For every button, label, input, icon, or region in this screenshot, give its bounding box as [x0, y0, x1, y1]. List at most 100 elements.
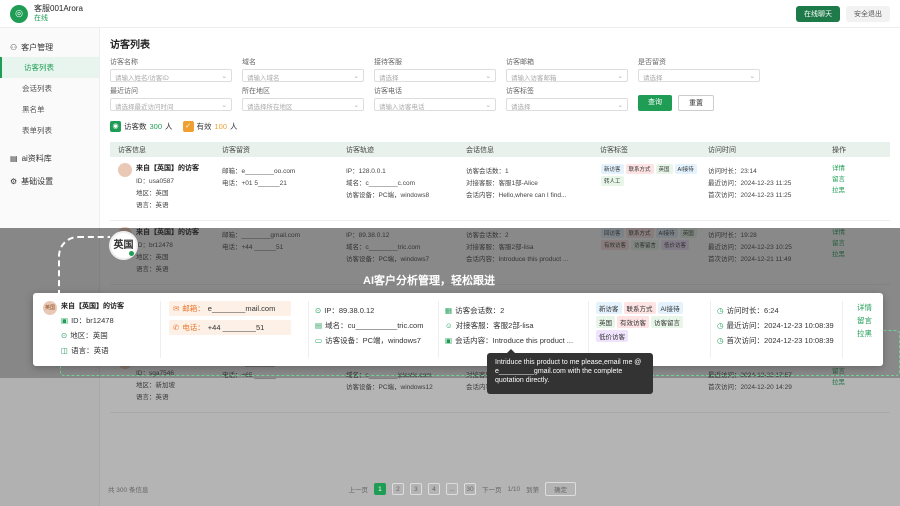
filter-input[interactable]: 请选择 ⌄ — [374, 69, 496, 82]
visitor-tag: 英国 — [655, 164, 673, 174]
chat-count-icon: ▦ — [445, 306, 453, 315]
filter-label: 域名 — [242, 59, 256, 66]
filter-label: 访客标签 — [506, 88, 534, 95]
filter-label: 所在地区 — [242, 88, 270, 95]
table-header-cell: 访客留资 — [222, 146, 250, 154]
chevron-down-icon: ⌄ — [617, 102, 623, 109]
table-header-cell: 会话信息 — [466, 146, 494, 154]
chevron-down-icon: ⌄ — [485, 102, 491, 109]
chevron-down-icon: ⌄ — [485, 73, 491, 80]
table-header-cell: 操作 — [832, 146, 846, 154]
filter-panel: 访客名称 请输入姓名/访客ID ⌄ 域名 请输入域名 ⌄ 接待客服 请选择 ⌄ 访客邮箱 请… — [110, 57, 890, 111]
sidebar-item-sessions[interactable]: 会话列表 — [0, 78, 99, 99]
table-header-cell: 访客标签 — [600, 146, 628, 154]
visitor-tag: 访客留言 — [651, 316, 683, 328]
country-bubble: 英国 — [109, 231, 138, 260]
message-link[interactable]: 留言 — [857, 314, 887, 327]
filter-input[interactable]: 请选择 ⌄ — [638, 69, 760, 82]
session-content-link[interactable]: 会话内容：Introduce this product ... — [455, 335, 573, 346]
table-row: 来自【英国】的访客 ID：usa0587 地区：英国 语言：英语 邮箱：e___… — [110, 157, 890, 221]
next-page-button[interactable]: 下一页 — [482, 484, 502, 494]
filter-input[interactable]: 请输入访客邮箱 ⌄ — [506, 69, 628, 82]
sidebar-item-forms[interactable]: 表单列表 — [0, 120, 99, 141]
page-title: 访客列表 — [110, 40, 150, 51]
message-icon: ▣ — [445, 336, 453, 345]
logout-button[interactable]: 安全退出 — [846, 5, 890, 22]
sidebar-group-settings[interactable]: ⚙ 基础设置 — [0, 172, 99, 191]
page-1[interactable]: 1 — [373, 483, 386, 495]
page-3[interactable]: 3 — [409, 483, 422, 495]
sidebar-item-visitors[interactable]: 访客列表 — [0, 57, 99, 78]
visitors-icon: ◉ — [110, 121, 121, 132]
domain-icon: ▤ — [315, 321, 323, 330]
prev-page-button[interactable]: 上一页 — [348, 484, 368, 494]
table-header-cell: 访客信息 — [118, 146, 146, 154]
go-button[interactable]: 确定 — [545, 482, 577, 496]
message-tooltip: Intriduce this product to me please,emai… — [487, 349, 653, 394]
page-30[interactable]: 30 — [463, 483, 476, 495]
page-info: 1/10 — [507, 485, 521, 493]
phone-pill: ✆ 电话： +44 ________51 — [169, 320, 291, 335]
filter-field: 访客电话 请输入访客电话 ⌄ — [374, 86, 504, 111]
reset-button[interactable]: 重置 — [678, 95, 714, 111]
ip-icon: ⊙ — [315, 306, 322, 315]
filter-label: 是否留资 — [638, 59, 666, 66]
visitor-tag: 低价访客 — [596, 330, 628, 342]
filter-field: 是否留资 请选择 ⌄ — [638, 57, 768, 82]
gear-icon: ⚙ — [10, 177, 18, 186]
visitor-name: 来自【英国】的访客 — [61, 303, 124, 310]
query-button[interactable]: 查询 — [638, 95, 672, 111]
table-header-cell: 访问时间 — [708, 146, 736, 154]
app-logo-icon: ◎ — [10, 4, 28, 23]
visitor-tag: 联系方式 — [625, 164, 654, 174]
user-icon: ⚇ — [10, 43, 18, 52]
highlight-tags: 新访客 联系方式 AI接待英国 有效访客 访客留言低价访客 — [589, 301, 711, 358]
filter-input[interactable]: 请选择所在地区 ⌄ — [242, 98, 364, 111]
valid-icon: ✓ — [182, 121, 194, 132]
filter-field: 域名 请输入域名 ⌄ — [242, 57, 372, 82]
agent-icon: ☺ — [445, 321, 453, 330]
filter-field: 访客名称 请输入姓名/访客ID ⌄ — [110, 57, 240, 82]
chevron-down-icon: ⌄ — [617, 73, 623, 80]
chevron-down-icon: ⌄ — [353, 102, 359, 109]
page-2[interactable]: 2 — [391, 483, 404, 495]
sidebar-group-customers[interactable]: ⚇ 客户管理 — [0, 38, 99, 57]
message-link[interactable]: 留言 — [832, 174, 900, 185]
online-chat-button[interactable]: 在线聊天 — [796, 5, 840, 22]
filter-input[interactable]: 请选择 ⌄ — [506, 98, 628, 111]
detail-link[interactable]: 详情 — [857, 301, 887, 314]
block-link[interactable]: 拉黑 — [857, 327, 887, 340]
filter-input[interactable]: 请输入姓名/访客ID ⌄ — [110, 69, 232, 82]
page-4[interactable]: 4 — [427, 483, 440, 495]
goto-label: 到第 — [526, 487, 540, 494]
filter-field: 接待客服 请选择 ⌄ — [374, 57, 504, 82]
language-icon: ◫ — [61, 346, 69, 355]
filter-label: 访客邮箱 — [506, 59, 534, 66]
filter-input[interactable]: 请输入访客电话 ⌄ — [374, 98, 496, 111]
filter-label: 访客名称 — [110, 59, 138, 66]
filter-label: 接待客服 — [374, 59, 402, 66]
valid-count: 100 — [214, 122, 228, 131]
top-bar: ◎ 客服001Arora 在线 在线聊天 安全退出 — [0, 0, 900, 28]
sidebar-group-ai[interactable]: ▤ ai资料库 — [0, 149, 99, 168]
app-status: 在线 — [34, 14, 48, 22]
mail-icon: ✉ — [173, 304, 180, 313]
pagination: 共 300 条信息 上一页 1 2 3 4 ... 30 下一页 1/10 到第… — [100, 480, 900, 498]
filter-input[interactable]: 请选择最近访问时间 ⌄ — [110, 98, 232, 111]
visitor-tag: AI接待 — [674, 164, 697, 174]
page-ellipsis: ... — [445, 483, 458, 495]
sidebar-item-blacklist[interactable]: 黑名单 — [0, 99, 99, 120]
highlight-card: 英国 来自【英国】的访客 ▣ ID：br12478 ⊙ 地区：英国 ◫ 语言：英语 ✉… — [33, 293, 883, 366]
device-icon: ▭ — [315, 336, 323, 345]
app-name: 客服001Arora — [34, 3, 83, 13]
clock-icon: ◷ — [717, 306, 724, 315]
chevron-down-icon: ⌄ — [221, 102, 227, 109]
chevron-down-icon: ⌄ — [749, 73, 755, 80]
visitor-tag: AI接待 — [657, 302, 683, 314]
email-pill: ✉ 邮箱： e________mail.com — [169, 301, 291, 316]
filter-input[interactable]: 请输入域名 ⌄ — [242, 69, 364, 82]
feature-caption: AI客户分析管理，轻松跟进 — [363, 275, 495, 287]
detail-link[interactable]: 详情 — [832, 163, 900, 174]
filter-field: 访客标签 请选择 ⌄ — [506, 86, 636, 111]
block-link[interactable]: 拉黑 — [832, 185, 900, 196]
